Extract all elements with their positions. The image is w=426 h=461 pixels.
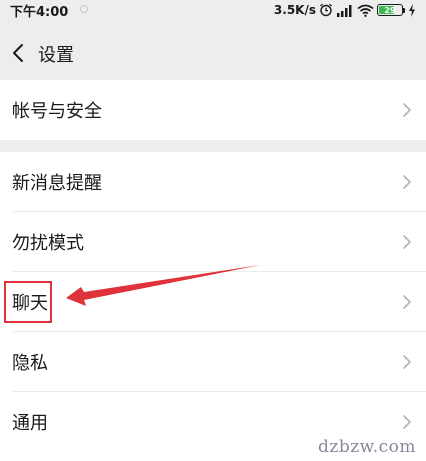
battery-level: 29 bbox=[384, 5, 396, 15]
nav-bar: 设置 bbox=[0, 30, 426, 76]
battery-icon: 29 bbox=[377, 4, 405, 16]
back-button[interactable] bbox=[6, 30, 30, 76]
chevron-right-icon bbox=[403, 103, 411, 117]
wifi-icon bbox=[357, 4, 374, 17]
settings-item-chat[interactable]: 聊天 bbox=[0, 272, 426, 332]
chevron-right-icon bbox=[403, 235, 411, 249]
network-speed: 3.5K/s bbox=[273, 3, 316, 17]
settings-group-main: 新消息提醒 勿扰模式 聊天 隐私 通用 bbox=[0, 152, 426, 461]
settings-item-account-security[interactable]: 帐号与安全 bbox=[0, 80, 426, 140]
charging-icon bbox=[409, 3, 415, 17]
settings-item-label: 勿扰模式 bbox=[12, 233, 84, 254]
chat-highlight-box bbox=[4, 281, 52, 323]
settings-item-label: 通用 bbox=[12, 413, 48, 434]
status-right-group: 3.5K/s 29 bbox=[274, 1, 416, 19]
notification-dot-icon bbox=[80, 5, 88, 13]
chevron-right-icon bbox=[403, 355, 411, 369]
settings-item-new-message-alerts[interactable]: 新消息提醒 bbox=[0, 152, 426, 212]
status-bar: 下午4:00 3.5K/s 29 bbox=[0, 0, 426, 20]
settings-group-account: 帐号与安全 bbox=[0, 80, 426, 140]
chevron-right-icon bbox=[403, 415, 411, 429]
settings-item-label: 新消息提醒 bbox=[12, 173, 102, 194]
alarm-icon bbox=[320, 3, 332, 17]
status-time: 下午4:00 bbox=[10, 5, 69, 20]
chevron-right-icon bbox=[403, 175, 411, 189]
signal-icon bbox=[337, 4, 352, 17]
chevron-left-icon bbox=[13, 44, 23, 62]
settings-item-privacy[interactable]: 隐私 bbox=[0, 332, 426, 392]
settings-item-label: 帐号与安全 bbox=[12, 101, 102, 122]
page-title: 设置 bbox=[38, 45, 74, 66]
chevron-right-icon bbox=[403, 295, 411, 309]
settings-item-label: 隐私 bbox=[12, 353, 48, 374]
watermark: dzbzw.com bbox=[318, 437, 416, 457]
settings-item-do-not-disturb[interactable]: 勿扰模式 bbox=[0, 212, 426, 272]
